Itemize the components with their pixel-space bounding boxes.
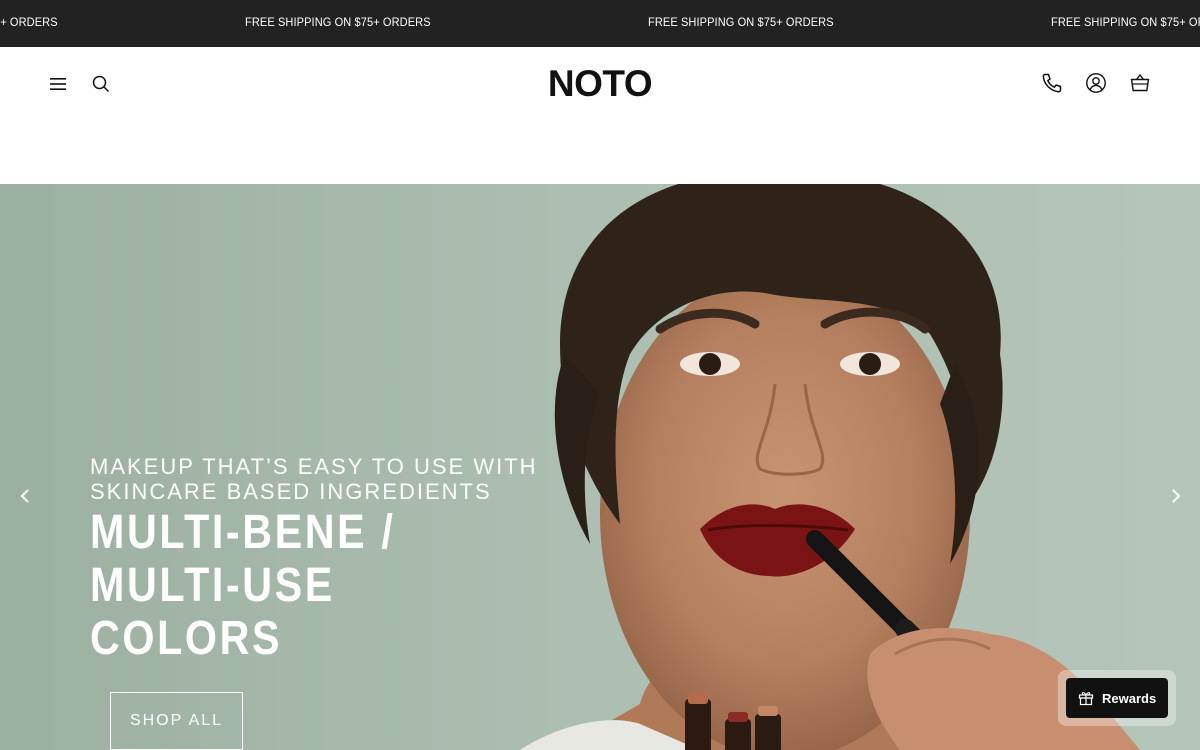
chevron-right-icon: [1172, 489, 1181, 503]
hero-slideshow: MAKEUP THAT’S EASY TO USE WITH SKINCARE …: [0, 184, 1200, 750]
announcement-bar: FREE SHIPPING ON $75+ ORDERS FREE SHIPPI…: [0, 0, 1200, 47]
rewards-label: Rewards: [1102, 690, 1157, 706]
brand-logo[interactable]: NOTO: [546, 65, 654, 103]
account-icon: [1086, 73, 1106, 93]
phone-button[interactable]: [1038, 69, 1066, 97]
slide-prev-button[interactable]: [13, 484, 37, 508]
announcement-message: FREE SHIPPING ON $75+ ORDERS: [245, 15, 431, 29]
gift-icon: [1078, 692, 1094, 706]
search-icon: [92, 75, 110, 93]
slide-next-button[interactable]: [1164, 484, 1188, 508]
account-button[interactable]: [1082, 69, 1110, 97]
hero-title: MULTI-BENE / MULTI-USE COLORS: [90, 506, 396, 665]
hamburger-menu-icon: [50, 78, 66, 90]
announcement-message: FREE SHIPPING ON $75+ ORDERS: [0, 15, 58, 29]
shop-all-button[interactable]: SHOP ALL: [110, 692, 243, 750]
chevron-left-icon: [20, 489, 29, 503]
phone-icon: [1042, 73, 1062, 93]
rewards-button[interactable]: Rewards: [1066, 678, 1168, 718]
cart-button[interactable]: [1126, 69, 1154, 97]
site-header: NOTO: [0, 47, 1200, 184]
menu-button[interactable]: [44, 70, 72, 98]
announcement-message: FREE SHIPPING ON $75+ ORDERS: [648, 15, 834, 29]
announcement-message: FREE SHIPPING ON $75+ ORDERS: [1051, 15, 1200, 29]
hero-subtitle: MAKEUP THAT’S EASY TO USE WITH SKINCARE …: [90, 454, 538, 504]
cart-icon: [1130, 73, 1150, 92]
search-button[interactable]: [87, 70, 115, 98]
